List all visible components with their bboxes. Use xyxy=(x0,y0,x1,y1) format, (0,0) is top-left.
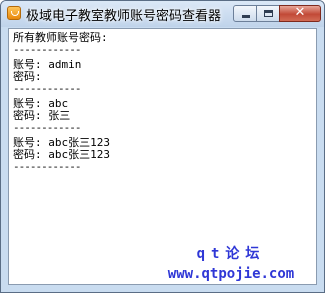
maximize-icon xyxy=(264,10,273,17)
watermark-url: www.qtpojie.com xyxy=(167,266,295,282)
minimize-button[interactable] xyxy=(233,5,257,22)
title-bar[interactable]: 极域电子教室教师账号密码查看器 ✕ xyxy=(1,1,324,27)
window-title: 极域电子教室教师账号密码查看器 xyxy=(26,9,222,24)
separator: ------------ xyxy=(13,121,81,134)
separator: ------------ xyxy=(13,82,81,95)
app-icon[interactable] xyxy=(7,6,21,20)
close-button[interactable]: ✕ xyxy=(279,5,321,22)
separator: ------------ xyxy=(13,43,81,56)
maximize-button[interactable] xyxy=(256,5,280,22)
watermark-forum-name: qt论坛 xyxy=(196,246,266,262)
separator: ------------ xyxy=(13,160,81,173)
close-icon: ✕ xyxy=(294,5,306,20)
app-window: 极域电子教室教师账号密码查看器 ✕ 所有教师账号密码: ------------… xyxy=(0,0,325,293)
output-content: 所有教师账号密码: ------------ 账号: admin 密码: ---… xyxy=(13,32,312,173)
minimize-icon xyxy=(242,15,250,18)
output-text-area[interactable]: 所有教师账号密码: ------------ 账号: admin 密码: ---… xyxy=(8,28,317,285)
account-line: 账号: admin xyxy=(13,58,82,71)
watermark: qt论坛 www.qtpojie.com xyxy=(146,244,316,284)
